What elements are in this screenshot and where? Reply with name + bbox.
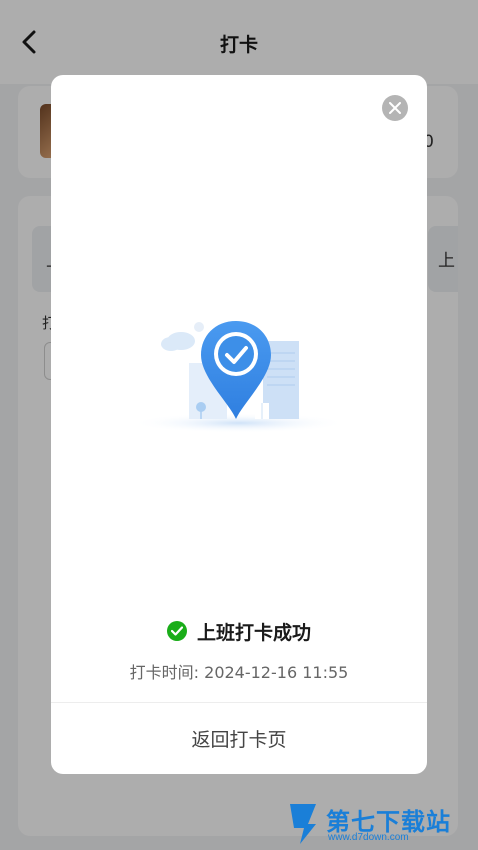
- status-text: 上班打卡成功: [196, 621, 311, 644]
- check-circle-icon: [166, 621, 187, 641]
- status-row: 上班打卡成功: [51, 618, 427, 644]
- watermark-url: www.d7down.com: [328, 832, 409, 843]
- return-button[interactable]: 返回打卡页: [51, 703, 427, 774]
- punch-success-dialog: 上班打卡成功 打卡时间: 2024-12-16 11:55 返回打卡页: [51, 75, 427, 774]
- close-icon: [389, 102, 401, 114]
- watermark-logo: [290, 804, 316, 844]
- punch-time: 打卡时间: 2024-12-16 11:55: [129, 663, 349, 682]
- location-check-icon: [131, 321, 347, 433]
- close-button[interactable]: [382, 95, 408, 121]
- watermark: 第七下载站 www.d7down.com: [286, 800, 476, 848]
